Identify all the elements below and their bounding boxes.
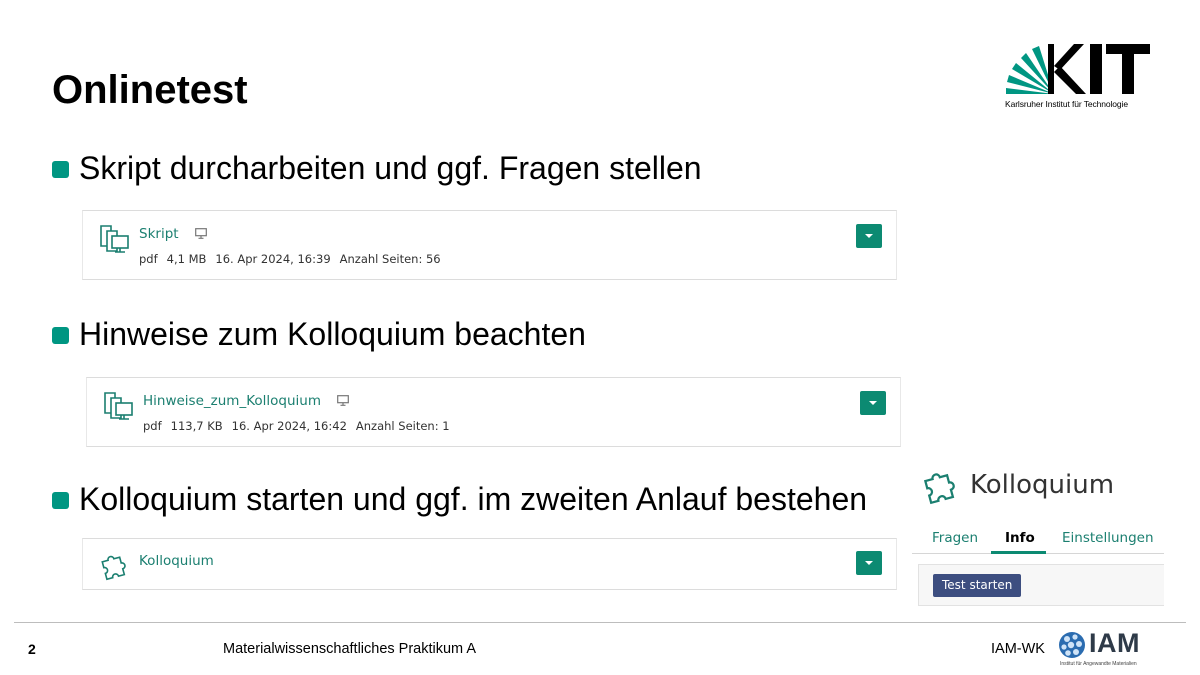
tab-fragen[interactable]: Fragen — [932, 530, 978, 546]
file-pages: Anzahl Seiten: 56 — [339, 252, 441, 266]
file-link-skript[interactable]: Skript — [139, 226, 207, 242]
file-meta: pdf 4,1 MB 16. Apr 2024, 16:39 Anzahl Seite… — [139, 252, 450, 266]
test-item-kolloquium: Kolloquium — [82, 538, 897, 590]
actions-dropdown-button[interactable] — [856, 224, 882, 248]
file-item-skript: Skript pdf 4,1 MB 16. Apr 2024, 16:39 Anzah… — [82, 210, 897, 280]
preview-screen-icon[interactable] — [337, 395, 350, 406]
caret-down-icon — [865, 561, 873, 565]
test-link-kolloquium[interactable]: Kolloquium — [139, 553, 214, 569]
file-type: pdf — [143, 419, 162, 433]
test-toolbar: Test starten — [918, 564, 1164, 606]
puzzle-icon — [923, 473, 955, 505]
page-number: 2 — [28, 641, 36, 657]
kit-logo: Karlsruher Institut für Technologie — [1004, 42, 1154, 112]
footer-divider — [14, 622, 1186, 623]
file-size: 113,7 KB — [170, 419, 223, 433]
actions-dropdown-button[interactable] — [860, 391, 886, 415]
iam-logo: IAM Institut für Angewandte Materialien — [1058, 628, 1154, 670]
file-copy-icon — [104, 392, 133, 420]
iam-subtitle: Institut für Angewandte Materialien — [1060, 661, 1137, 667]
tab-bar: Fragen Info Einstellungen — [912, 528, 1164, 554]
iam-wordmark: IAM — [1089, 628, 1140, 658]
kit-subtitle: Karlsruher Institut für Technologie — [1005, 99, 1128, 109]
kolloquium-test-panel: Kolloquium Fragen Info Einstellungen Tes… — [912, 460, 1164, 610]
puzzle-icon — [101, 555, 126, 581]
file-link-hinweise[interactable]: Hinweise_zum_Kolloquium — [143, 393, 350, 409]
iam-globe-icon — [1059, 632, 1085, 658]
file-item-hinweise: Hinweise_zum_Kolloquium pdf 113,7 KB 16. A… — [86, 377, 901, 447]
tab-info[interactable]: Info — [1005, 530, 1035, 546]
bullet-square-icon — [52, 161, 69, 178]
file-name[interactable]: Skript — [139, 226, 179, 242]
file-meta: pdf 113,7 KB 16. Apr 2024, 16:42 Anzahl Sei… — [143, 419, 459, 433]
preview-screen-icon[interactable] — [194, 228, 207, 239]
bullet-square-icon — [52, 327, 69, 344]
file-copy-icon — [100, 225, 129, 253]
bullet-item: Skript durcharbeiten und ggf. Fragen ste… — [52, 150, 702, 187]
institute-code: IAM-WK — [991, 641, 1045, 657]
bullet-text: Kolloquium starten und ggf. im zweiten A… — [79, 481, 868, 517]
bullet-text: Skript durcharbeiten und ggf. Fragen ste… — [79, 150, 702, 186]
bullet-square-icon — [52, 492, 69, 509]
caret-down-icon — [865, 234, 873, 238]
file-pages: Anzahl Seiten: 1 — [355, 419, 450, 433]
file-name[interactable]: Hinweise_zum_Kolloquium — [143, 393, 321, 409]
file-type: pdf — [139, 252, 158, 266]
file-date: 16. Apr 2024, 16:42 — [231, 419, 347, 433]
slide-title: Onlinetest — [52, 68, 248, 112]
caret-down-icon — [869, 401, 877, 405]
actions-dropdown-button[interactable] — [856, 551, 882, 575]
file-size: 4,1 MB — [166, 252, 207, 266]
bullet-item: Kolloquium starten und ggf. im zweiten A… — [52, 481, 867, 518]
active-tab-indicator — [991, 551, 1046, 554]
start-test-button[interactable]: Test starten — [933, 574, 1022, 597]
file-date: 16. Apr 2024, 16:39 — [215, 252, 331, 266]
test-title: Kolloquium — [970, 470, 1115, 500]
bullet-item: Hinweise zum Kolloquium beachten — [52, 316, 586, 353]
tab-einstellungen[interactable]: Einstellungen — [1062, 530, 1154, 546]
bullet-text: Hinweise zum Kolloquium beachten — [79, 316, 586, 352]
course-name: Materialwissenschaftliches Praktikum A — [223, 641, 477, 657]
kit-logo-mark — [1006, 44, 1150, 94]
